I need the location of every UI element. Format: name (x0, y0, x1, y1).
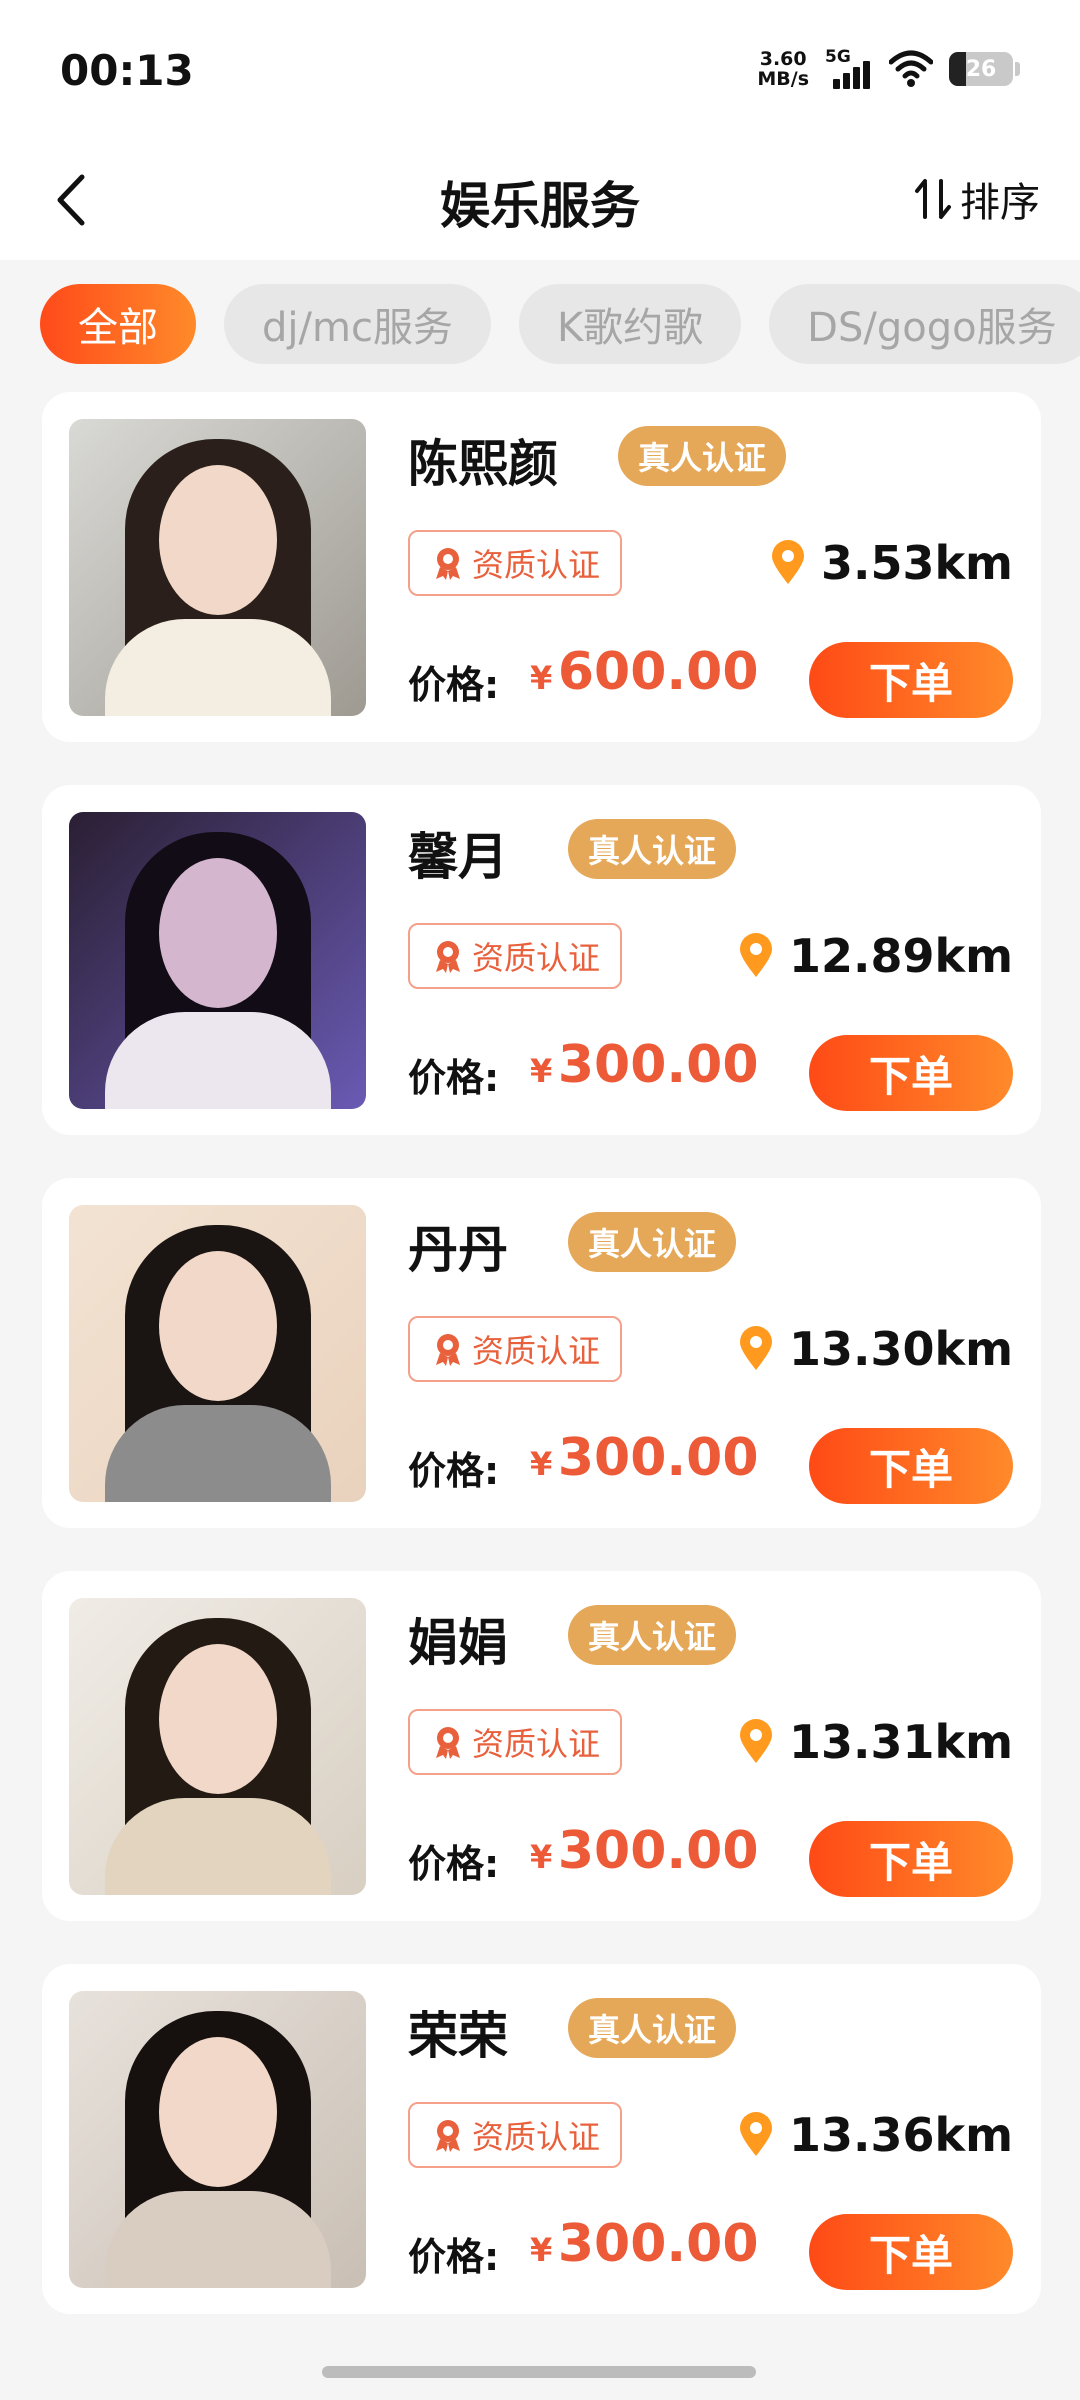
currency-symbol: ¥ (530, 1052, 553, 1090)
location-pin-icon (739, 1326, 772, 1370)
network-type: 5G (825, 47, 851, 67)
location-pin-icon (739, 933, 772, 977)
status-bar: 00:13 3.60 MB/s 5G 26 (0, 0, 1080, 140)
qualification-badge: 资质认证 (408, 1709, 622, 1775)
category-tabs: 全部 dj/mc服务 K歌约歌 DS/gogo服务 (40, 284, 1080, 364)
qualification-label: 资质认证 (471, 1332, 600, 1370)
certificate-icon (435, 941, 460, 973)
provider-card[interactable]: 馨月 真人认证 资质认证 12.89km 价格: ¥ 300.00 下单 (42, 785, 1041, 1135)
provider-list: 陈熙颜 真人认证 资质认证 3.53km 价格: ¥ 600.00 下单 馨月 … (42, 392, 1041, 2357)
real-person-badge: 真人认证 (568, 1212, 737, 1272)
price: ¥ 300.00 (530, 2214, 759, 2274)
distance-value: 3.53km (820, 536, 1013, 590)
price-label: 价格: (408, 663, 500, 707)
distance-info: 13.36km (737, 2102, 1013, 2168)
tab-karaoke[interactable]: K歌约歌 (518, 284, 742, 364)
location-pin-icon (771, 540, 804, 584)
order-button[interactable]: 下单 (809, 1821, 1013, 1897)
real-person-badge: 真人认证 (568, 1605, 737, 1665)
qualification-badge: 资质认证 (408, 2102, 622, 2168)
order-button[interactable]: 下单 (809, 642, 1013, 718)
cellular-signal-icon: 5G (825, 47, 873, 91)
currency-symbol: ¥ (530, 2231, 553, 2269)
qualification-label: 资质认证 (471, 546, 600, 584)
price-value: 300.00 (557, 1821, 759, 1881)
status-icons: 3.60 MB/s 5G 26 (757, 44, 1020, 94)
currency-symbol: ¥ (530, 1445, 553, 1483)
tab-all[interactable]: 全部 (40, 284, 196, 364)
currency-symbol: ¥ (530, 1838, 553, 1876)
provider-photo[interactable] (69, 812, 366, 1109)
provider-photo[interactable] (69, 1598, 366, 1895)
tab-dj-mc[interactable]: dj/mc服务 (224, 284, 491, 364)
price-value: 600.00 (557, 642, 759, 702)
qualification-label: 资质认证 (471, 1725, 600, 1763)
price-value: 300.00 (557, 1428, 759, 1488)
price-label: 价格: (408, 1056, 500, 1100)
price: ¥ 300.00 (530, 1821, 759, 1881)
price-label: 价格: (408, 1842, 500, 1886)
price-label: 价格: (408, 2235, 500, 2279)
location-pin-icon (739, 1719, 772, 1763)
provider-name: 馨月 (408, 828, 508, 886)
qualification-label: 资质认证 (471, 2118, 600, 2156)
certificate-icon (435, 1727, 460, 1759)
provider-name: 丹丹 (408, 1221, 508, 1279)
battery-level: 26 (965, 56, 997, 82)
real-person-badge: 真人认证 (568, 1998, 737, 2058)
currency-symbol: ¥ (530, 659, 553, 697)
certificate-icon (435, 1334, 460, 1366)
sort-button[interactable]: 排序 (914, 170, 1040, 228)
network-speed: 3.60 MB/s (757, 49, 809, 89)
distance-info: 3.53km (769, 530, 1013, 596)
qualification-badge: 资质认证 (408, 530, 622, 596)
order-button[interactable]: 下单 (809, 1428, 1013, 1504)
qualification-label: 资质认证 (471, 939, 600, 977)
price-value: 300.00 (557, 2214, 759, 2274)
network-speed-unit: MB/s (757, 68, 809, 90)
distance-value: 12.89km (788, 929, 1013, 983)
provider-card[interactable]: 荣荣 真人认证 资质认证 13.36km 价格: ¥ 300.00 下单 (42, 1964, 1041, 2314)
sort-label: 排序 (960, 180, 1040, 226)
provider-card[interactable]: 娟娟 真人认证 资质认证 13.31km 价格: ¥ 300.00 下单 (42, 1571, 1041, 1921)
qualification-badge: 资质认证 (408, 923, 622, 989)
provider-name: 娟娟 (408, 1614, 508, 1672)
distance-value: 13.36km (788, 2108, 1013, 2162)
provider-photo[interactable] (69, 419, 366, 716)
real-person-badge: 真人认证 (618, 426, 787, 486)
distance-info: 13.31km (737, 1709, 1013, 1775)
certificate-icon (435, 2120, 460, 2152)
app-screen: 00:13 3.60 MB/s 5G 26 娱乐服务 排序 全部 dj/mc服务… (0, 0, 1080, 2400)
price: ¥ 300.00 (530, 1035, 759, 1095)
location-pin-icon (739, 2112, 772, 2156)
distance-value: 13.31km (788, 1715, 1013, 1769)
price-value: 300.00 (557, 1035, 759, 1095)
top-nav-bar: 娱乐服务 排序 (0, 140, 1080, 260)
provider-card[interactable]: 丹丹 真人认证 资质认证 13.30km 价格: ¥ 300.00 下单 (42, 1178, 1041, 1528)
provider-name: 荣荣 (408, 2007, 508, 2065)
home-indicator[interactable] (322, 2366, 756, 2378)
certificate-icon (435, 548, 460, 580)
tab-ds-gogo[interactable]: DS/gogo服务 (769, 284, 1080, 364)
status-time: 00:13 (60, 46, 194, 95)
distance-info: 12.89km (737, 923, 1013, 989)
distance-value: 13.30km (788, 1322, 1013, 1376)
provider-name: 陈熙颜 (408, 435, 558, 493)
provider-photo[interactable] (69, 1991, 366, 2288)
order-button[interactable]: 下单 (809, 2214, 1013, 2290)
distance-info: 13.30km (737, 1316, 1013, 1382)
price: ¥ 300.00 (530, 1428, 759, 1488)
qualification-badge: 资质认证 (408, 1316, 622, 1382)
provider-card[interactable]: 陈熙颜 真人认证 资质认证 3.53km 价格: ¥ 600.00 下单 (42, 392, 1041, 742)
sort-arrows-icon (915, 179, 951, 219)
order-button[interactable]: 下单 (809, 1035, 1013, 1111)
network-speed-value: 3.60 (759, 48, 807, 70)
price-label: 价格: (408, 1449, 500, 1493)
provider-photo[interactable] (69, 1205, 366, 1502)
battery-icon: 26 (949, 52, 1013, 86)
real-person-badge: 真人认证 (568, 819, 737, 879)
price: ¥ 600.00 (530, 642, 759, 702)
wifi-icon (889, 50, 933, 87)
